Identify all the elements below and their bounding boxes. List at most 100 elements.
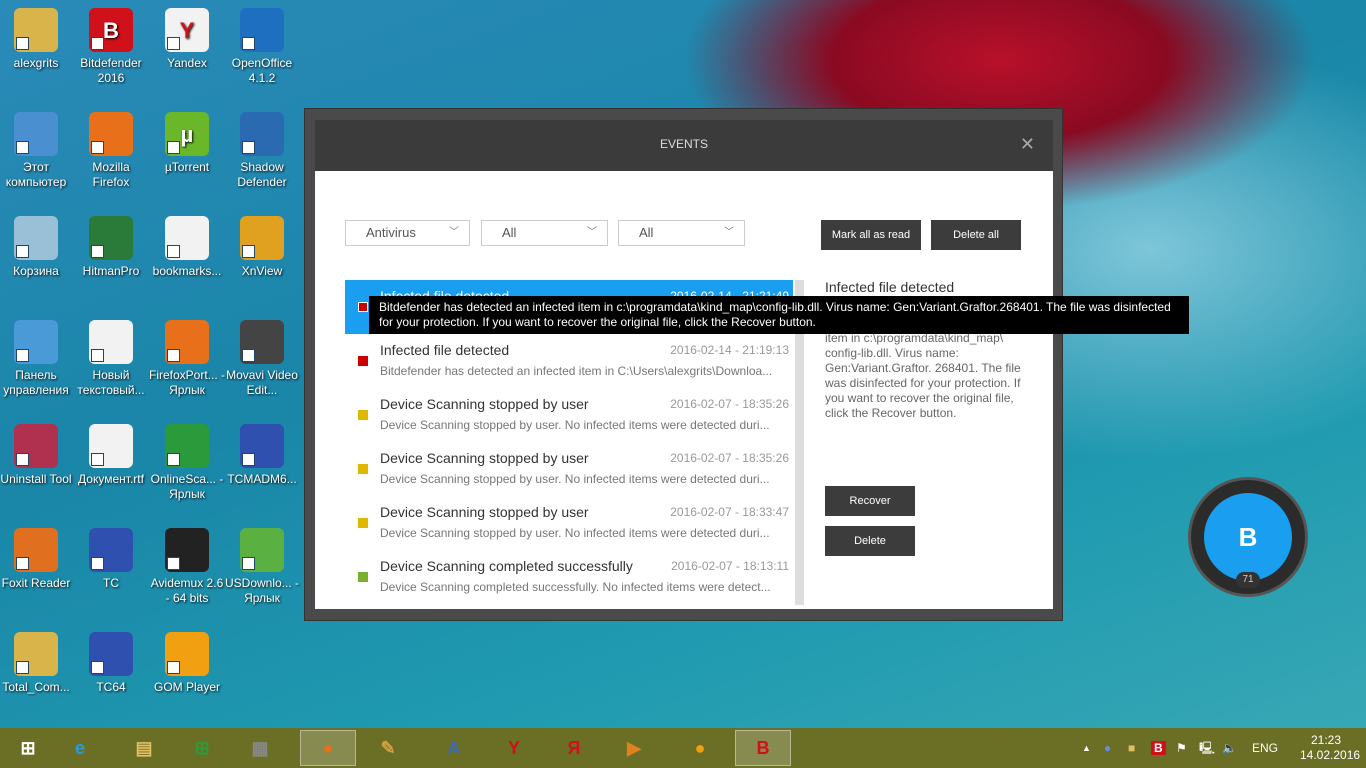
type-filter-dropdown[interactable]: All ﹀ [481, 220, 608, 246]
desktop-icon[interactable]: TC64 [73, 632, 149, 695]
desktop-icon-image [165, 320, 209, 364]
desktop-icon-label: FirefoxPort... - Ярлык [149, 368, 226, 397]
desktop-icon[interactable]: HitmanPro [73, 216, 149, 279]
taskbar-wordpad-button[interactable]: A [426, 730, 482, 766]
desktop-icon[interactable]: bookmarks... [149, 216, 225, 279]
desktop-icon[interactable]: Mozilla Firefox [73, 112, 149, 190]
severity-indicator [358, 410, 368, 420]
event-list-item[interactable]: Device Scanning completed successfully 20… [345, 550, 793, 604]
desktop-icon[interactable]: USDownlo... - Ярлык [224, 528, 300, 606]
desktop-icon[interactable]: Документ.rtf [73, 424, 149, 487]
severity-indicator [358, 302, 368, 312]
desktop-icon[interactable]: Панель управления [0, 320, 74, 398]
bitdefender-tray-icon[interactable]: B [1151, 728, 1166, 768]
desktop-icon-label: OnlineSca... - Ярлык [150, 472, 224, 501]
desktop-icon-image [14, 632, 58, 676]
desktop-icon-image [165, 632, 209, 676]
desktop-icon-image [240, 528, 284, 572]
desktop-icon-image [240, 424, 284, 468]
language-indicator[interactable]: ENG [1252, 728, 1278, 768]
taskbar-store-button[interactable]: ⊞ [174, 730, 230, 766]
desktop-icon[interactable]: Корзина [0, 216, 74, 279]
tray-app-icon[interactable]: ■ [1128, 728, 1135, 768]
taskbar-bitdefender-button[interactable]: B [735, 730, 791, 766]
severity-indicator [358, 518, 368, 528]
tray-expand-icon[interactable]: ▲ [1082, 728, 1091, 768]
detail-body: Bitdefender has detected an infected ite… [825, 316, 1021, 420]
desktop-icon[interactable]: TCMADM6... [224, 424, 300, 487]
desktop-icon-image [165, 528, 209, 572]
desktop-icon-image [89, 320, 133, 364]
desktop-icon-label: Mozilla Firefox [92, 160, 130, 189]
desktop-icon[interactable]: Shadow Defender [224, 112, 300, 190]
taskbar-firefox-button[interactable]: ● [300, 730, 356, 766]
clock[interactable]: 21:23 14.02.2016 [1300, 728, 1360, 768]
time-filter-value: All [639, 225, 654, 240]
window-header: EVENTS ✕ [315, 120, 1053, 171]
tray-app-icon[interactable]: ● [1104, 728, 1111, 768]
chevron-down-icon: ﹀ [449, 227, 459, 238]
desktop-icon-label: Total_Com... [2, 680, 70, 694]
desktop-icon[interactable]: GOM Player [149, 632, 225, 695]
event-list-item[interactable]: Device Scanning stopped by user 2016-02-0… [345, 388, 793, 442]
taskbar-movavi-button[interactable]: ▶ [606, 730, 662, 766]
desktop-icon-image: µ [165, 112, 209, 156]
event-summary: Device Scanning stopped by user. No infe… [380, 472, 770, 486]
desktop-icon-label: Документ.rtf [78, 472, 144, 486]
time-filter-dropdown[interactable]: All ﹀ [618, 220, 745, 246]
taskbar-app-button[interactable]: ▦ [232, 730, 288, 766]
taskbar-gom-player-button[interactable]: ● [672, 730, 728, 766]
close-icon[interactable]: ✕ [1020, 120, 1035, 168]
action-center-icon[interactable]: ⚑ [1176, 728, 1187, 768]
desktop-icon[interactable]: OpenOffice 4.1.2 [224, 8, 300, 86]
taskbar-yandex-browser-button[interactable]: Я [546, 730, 602, 766]
desktop-icon-image: B [89, 8, 133, 52]
recover-button[interactable]: Recover [825, 486, 915, 516]
bitdefender-gadget[interactable]: B 71 [1188, 477, 1308, 597]
desktop-icon[interactable]: OnlineSca... - Ярлык [149, 424, 225, 502]
event-list-item[interactable]: Device Scanning stopped by user 2016-02-0… [345, 442, 793, 496]
desktop-icon-label: Новый текстовый... [77, 368, 145, 397]
window-body: Antivirus ﹀ All ﹀ All ﹀ Mark all as read De… [315, 171, 1053, 609]
taskbar-yandex-button[interactable]: Y [486, 730, 542, 766]
desktop-icon-image [14, 8, 58, 52]
start-button[interactable]: ⊞ [0, 730, 56, 766]
desktop-icon[interactable]: B Bitdefender 2016 [73, 8, 149, 86]
desktop-icon[interactable]: Этот компьютер [0, 112, 74, 190]
desktop-icon[interactable]: Y Yandex [149, 8, 225, 71]
desktop-icon-image [14, 528, 58, 572]
event-list-item[interactable]: Infected file detected 2016-02-14 - 21:19… [345, 334, 793, 388]
event-date: 2016-02-07 - 18:35:26 [670, 397, 789, 411]
severity-indicator [358, 356, 368, 366]
desktop-icon[interactable]: Foxit Reader [0, 528, 74, 591]
network-icon[interactable]: 🖳 [1199, 728, 1215, 768]
taskbar: ⊞ e ▤ ⊞ ▦ ● ✎ A Y Я ▶ ● B ▲ ● ■ B ⚑ 🖳 🔈 ENG 21:23 1… [0, 728, 1366, 768]
desktop-icon-label: alexgrits [13, 56, 59, 70]
desktop-icon[interactable]: XnView [224, 216, 300, 279]
desktop-icon[interactable]: Uninstall Tool [0, 424, 74, 487]
desktop-icon[interactable]: Movavi Video Edit... [224, 320, 300, 398]
event-list-item[interactable]: Device Scanning stopped by user 2016-02-0… [345, 496, 793, 550]
taskbar-file-explorer-button[interactable]: ▤ [116, 730, 172, 766]
desktop-icon[interactable]: µ µTorrent [149, 112, 225, 175]
desktop-icon[interactable]: Новый текстовый... [73, 320, 149, 398]
desktop-icon[interactable]: FirefoxPort... - Ярлык [149, 320, 225, 398]
delete-all-button[interactable]: Delete all [931, 220, 1021, 250]
taskbar-paint-button[interactable]: ✎ [360, 730, 416, 766]
desktop-icon-image [14, 112, 58, 156]
desktop-icon-image: Y [165, 8, 209, 52]
mark-all-read-button[interactable]: Mark all as read [821, 220, 921, 250]
desktop-icon[interactable]: TC [73, 528, 149, 591]
desktop-icon[interactable]: Avidemux 2.6 - 64 bits [149, 528, 225, 606]
desktop-icon-label: bookmarks... [152, 264, 222, 278]
delete-button[interactable]: Delete [825, 526, 915, 556]
desktop-icon-image [14, 424, 58, 468]
module-filter-dropdown[interactable]: Antivirus ﹀ [345, 220, 470, 246]
desktop-icon[interactable]: alexgrits [0, 8, 74, 71]
gadget-counter: 71 [1236, 572, 1260, 588]
desktop-icon-label: Shadow Defender [237, 160, 287, 189]
taskbar-internet-explorer-button[interactable]: e [52, 730, 108, 766]
volume-icon[interactable]: 🔈 [1222, 728, 1237, 768]
desktop-icon-label: GOM Player [153, 680, 220, 694]
desktop-icon[interactable]: Total_Com... [0, 632, 74, 695]
